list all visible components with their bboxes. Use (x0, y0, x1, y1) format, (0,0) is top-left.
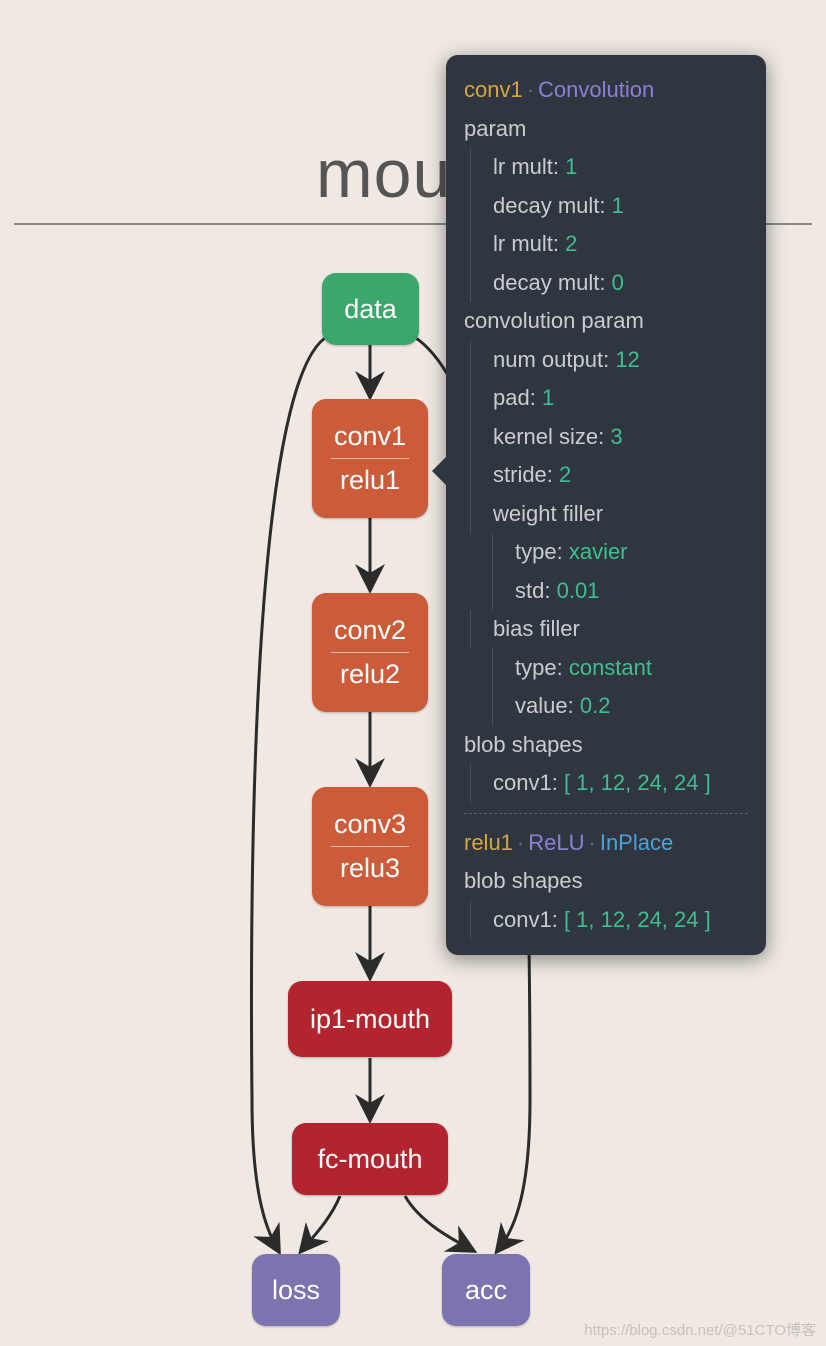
tooltip-header-conv1: conv1·Convolution (464, 71, 748, 110)
node-acc[interactable]: acc (442, 1254, 530, 1326)
node-label-bottom: relu2 (340, 659, 400, 690)
tooltip-divider (464, 813, 748, 814)
node-divider (331, 652, 410, 653)
layer-type: ReLU (528, 830, 584, 855)
node-data[interactable]: data (322, 273, 419, 345)
section-label-bias-filler: bias filler (470, 610, 748, 649)
node-label: ip1-mouth (310, 1004, 430, 1035)
param-row: kernel size: 3 (470, 418, 748, 457)
section-label-convolution-param: convolution param (464, 302, 748, 341)
node-loss[interactable]: loss (252, 1254, 340, 1326)
section-label-weight-filler: weight filler (470, 495, 748, 534)
node-ip1-mouth[interactable]: ip1-mouth (288, 981, 452, 1057)
layer-inplace: InPlace (600, 830, 673, 855)
param-row: value: 0.2 (492, 687, 748, 726)
param-row: type: constant (492, 649, 748, 688)
node-label-top: conv1 (334, 421, 406, 452)
param-row: conv1: [ 1, 12, 24, 24 ] (470, 901, 748, 940)
param-row: decay mult: 1 (470, 187, 748, 226)
param-row: stride: 2 (470, 456, 748, 495)
layer-name: relu1 (464, 830, 513, 855)
tooltip-header-relu1: relu1·ReLU·InPlace (464, 824, 748, 863)
node-label: loss (272, 1275, 320, 1306)
node-label-top: conv3 (334, 809, 406, 840)
layer-name: conv1 (464, 77, 523, 102)
param-row: pad: 1 (470, 379, 748, 418)
node-label: data (344, 294, 397, 325)
node-conv1[interactable]: conv1 relu1 (312, 399, 428, 518)
watermark-text: https://blog.csdn.net/@51CTO博客 (584, 1319, 816, 1340)
param-row: type: xavier (492, 533, 748, 572)
param-row: num output: 12 (470, 341, 748, 380)
node-divider (331, 458, 410, 459)
section-label-blob-shapes: blob shapes (464, 726, 748, 765)
param-row: lr mult: 2 (470, 225, 748, 264)
node-label-bottom: relu3 (340, 853, 400, 884)
section-label-param: param (464, 110, 748, 149)
tooltip-pointer-icon (432, 457, 446, 485)
layer-type: Convolution (538, 77, 654, 102)
node-conv2[interactable]: conv2 relu2 (312, 593, 428, 712)
node-conv3[interactable]: conv3 relu3 (312, 787, 428, 906)
param-row: lr mult: 1 (470, 148, 748, 187)
param-row: std: 0.01 (492, 572, 748, 611)
node-label-bottom: relu1 (340, 465, 400, 496)
param-row: conv1: [ 1, 12, 24, 24 ] (470, 764, 748, 803)
node-label: fc-mouth (317, 1144, 422, 1175)
node-label-top: conv2 (334, 615, 406, 646)
node-label: acc (465, 1275, 507, 1306)
param-row: decay mult: 0 (470, 264, 748, 303)
section-label-blob-shapes: blob shapes (464, 862, 748, 901)
node-fc-mouth[interactable]: fc-mouth (292, 1123, 448, 1195)
node-divider (331, 846, 410, 847)
tooltip-panel: conv1·Convolution param lr mult: 1 decay… (446, 55, 766, 955)
